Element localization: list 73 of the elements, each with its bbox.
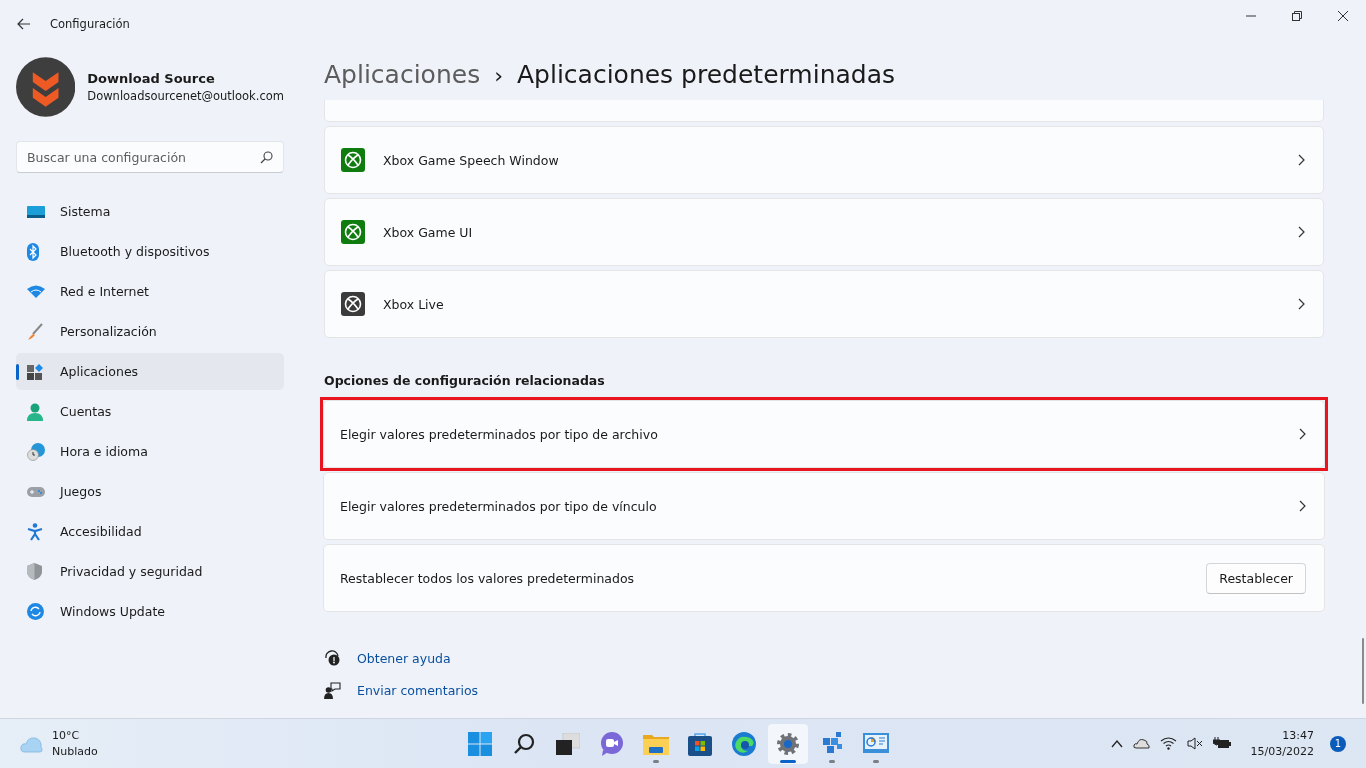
chevron-up-icon[interactable] — [1110, 739, 1123, 748]
reset-button[interactable]: Restablecer — [1206, 562, 1306, 594]
cubes-icon — [821, 731, 843, 756]
video-chat-icon — [600, 731, 624, 756]
avatar-logo-icon — [16, 57, 76, 117]
sidebar-item[interactable]: Red e Internet — [16, 273, 284, 310]
cloud-icon[interactable] — [1132, 738, 1150, 749]
chevron-right-icon — [1299, 500, 1306, 512]
weather-condition[interactable]: Nublado — [52, 743, 98, 760]
folder-icon — [643, 732, 669, 755]
person-icon — [27, 402, 43, 421]
sidebar-item[interactable]: Juegos — [16, 473, 284, 510]
gear-icon — [776, 731, 800, 756]
help-headset-icon — [324, 650, 341, 667]
search-icon — [513, 732, 535, 755]
settings-link-row[interactable]: Elegir valores predeterminados por tipo de archivo — [323, 400, 1325, 468]
clock-date[interactable]: 15/03/2022 — [1250, 743, 1314, 760]
sidebar-item[interactable]: Personalización — [16, 313, 284, 350]
windows-logo-icon — [468, 731, 492, 756]
page-title: Aplicaciones predeterminadas — [517, 60, 896, 89]
sidebar-item[interactable]: Aplicaciones — [16, 353, 284, 390]
gamepad-icon — [27, 485, 45, 498]
settings-row: Restablecer todos los valores predeterminados Restablecer — [323, 544, 1325, 612]
window-title: Configuración — [50, 17, 130, 31]
battery-charging-icon[interactable] — [1212, 737, 1231, 750]
wifi-icon — [27, 284, 45, 299]
section-heading: Opciones de configuración relacionadas — [324, 373, 606, 388]
store-bag-icon — [688, 731, 712, 756]
paintbrush-icon — [27, 322, 43, 341]
notification-badge[interactable]: 1 — [1330, 735, 1346, 752]
sidebar-item[interactable]: Sistema — [16, 193, 284, 230]
chart-window-icon — [863, 732, 889, 755]
bluetooth-icon — [27, 242, 39, 261]
feedback-icon — [324, 682, 341, 699]
profile-email: Downloadsourcenet@outlook.com — [87, 89, 284, 103]
clock-time[interactable]: 13:47 — [1282, 727, 1314, 744]
globe-clock-icon — [27, 442, 45, 461]
search-icon — [260, 151, 273, 164]
settings-app-button[interactable] — [768, 723, 808, 764]
restore-icon[interactable] — [1292, 11, 1302, 21]
chevron-right-icon — [1298, 298, 1305, 310]
sidebar-item[interactable]: Windows Update — [16, 593, 284, 630]
speaker-muted-icon[interactable] — [1186, 737, 1203, 750]
profile-name: Download Source — [87, 71, 216, 86]
breadcrumb-parent-link[interactable]: Aplicaciones — [324, 60, 481, 89]
chevron-right-icon — [1298, 226, 1305, 238]
task-view-icon — [556, 732, 580, 755]
breadcrumb-separator: › — [494, 63, 503, 88]
help-link[interactable]: Obtener ayuda — [357, 651, 451, 666]
chevron-right-icon — [1299, 428, 1306, 440]
search-field[interactable]: Buscar una configuración — [16, 141, 284, 173]
wifi-icon[interactable] — [1159, 737, 1177, 750]
scrollbar[interactable] — [1362, 638, 1364, 704]
chevron-right-icon — [1298, 154, 1305, 166]
sidebar-item[interactable]: Accesibilidad — [16, 513, 284, 550]
browser-icon — [732, 731, 756, 756]
sidebar-item[interactable]: Bluetooth y dispositivos — [16, 233, 284, 270]
app-row[interactable]: Xbox Game Speech Window — [324, 126, 1324, 194]
accessibility-icon — [27, 522, 43, 541]
sidebar-item[interactable]: Cuentas — [16, 393, 284, 430]
sync-icon — [27, 603, 44, 620]
close-icon[interactable] — [1338, 11, 1348, 21]
monitor-icon — [27, 204, 45, 219]
apps-grid-icon — [27, 363, 43, 380]
app-row[interactable]: Xbox Game UI — [324, 198, 1324, 266]
back-arrow-icon[interactable] — [17, 18, 31, 30]
help-link[interactable]: Enviar comentarios — [357, 683, 479, 698]
sidebar-item[interactable]: Privacidad y seguridad — [16, 553, 284, 590]
shield-icon — [27, 563, 42, 580]
app-row[interactable]: Xbox Live — [324, 270, 1324, 338]
settings-link-row[interactable]: Elegir valores predeterminados por tipo de vínculo — [323, 472, 1325, 540]
sidebar-item[interactable]: Hora e idioma — [16, 433, 284, 470]
weather-temperature[interactable]: 10°C — [52, 727, 98, 744]
